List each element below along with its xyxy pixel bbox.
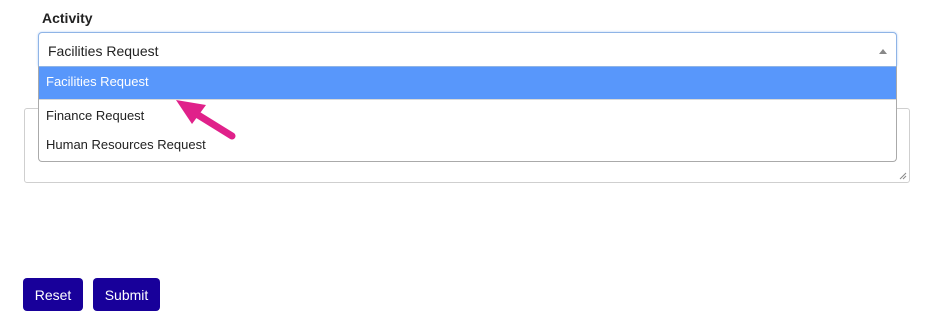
activity-label: Activity: [42, 10, 93, 26]
activity-dropdown-list: Facilities Request Finance Request Human…: [38, 66, 897, 162]
activity-select-value: Facilities Request: [48, 43, 159, 59]
activity-select[interactable]: Facilities Request: [38, 32, 897, 66]
option-human-resources-request[interactable]: Human Resources Request: [39, 131, 896, 161]
option-facilities-request[interactable]: Facilities Request: [39, 67, 896, 99]
submit-button[interactable]: Submit: [93, 278, 160, 311]
resize-grip-icon[interactable]: [899, 172, 907, 180]
form-container: Activity Facilities Request Facilities R…: [0, 0, 936, 326]
reset-button[interactable]: Reset: [23, 278, 83, 311]
pointer-arrow-icon: [176, 100, 236, 140]
triangle-up-icon[interactable]: [879, 49, 887, 54]
option-finance-request[interactable]: Finance Request: [39, 99, 896, 131]
